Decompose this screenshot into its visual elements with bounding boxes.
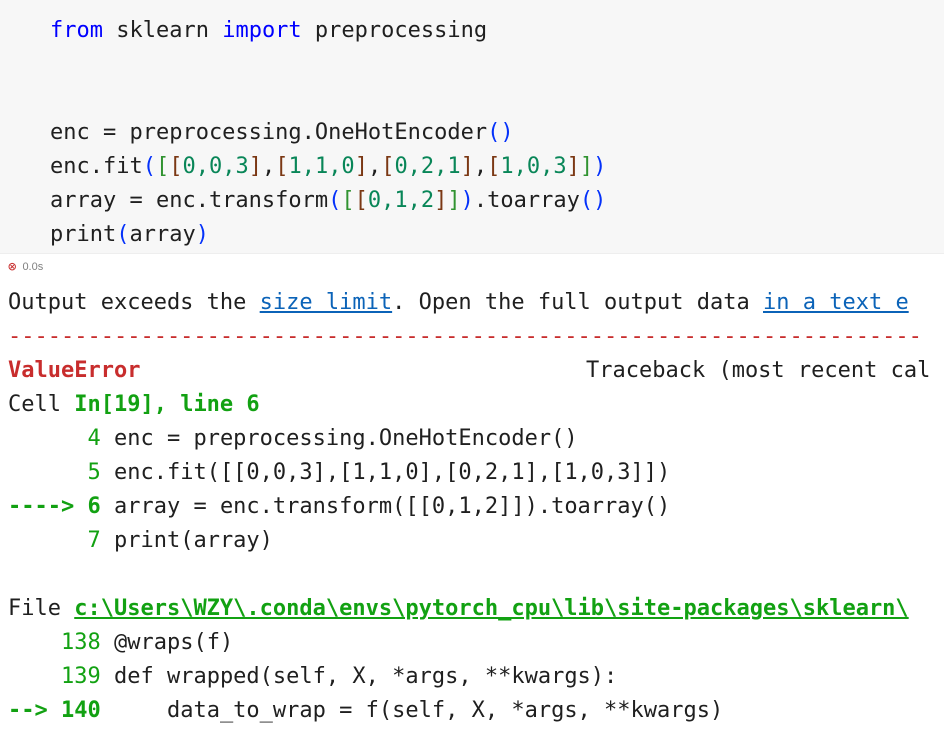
- number-list: 1,0,3: [500, 154, 567, 179]
- bracket: ]: [460, 154, 474, 179]
- size-limit-link[interactable]: size limit: [260, 290, 392, 315]
- line-arrow: [8, 426, 87, 451]
- bracket: ]: [354, 154, 368, 179]
- comma: ,: [367, 154, 382, 179]
- traceback-title: Traceback (most recent cal: [586, 358, 931, 383]
- notice-text: . Open the full output data: [392, 290, 763, 315]
- bracket: [: [155, 154, 170, 179]
- cell-ref: In[19], line 6: [74, 392, 260, 417]
- number-list: 0,2,1: [394, 154, 461, 179]
- line-code: @wraps(f): [100, 630, 234, 655]
- traceback-line: 7 print(array): [8, 524, 273, 558]
- comma: ,: [473, 154, 488, 179]
- traceback-header: ValueError Traceback (most recent cal: [8, 354, 944, 388]
- error-name: ValueError: [8, 358, 141, 383]
- notice-text: Output exceeds the: [8, 290, 260, 315]
- cell-reference: Cell In[19], line 6: [8, 388, 260, 422]
- comma: ,: [261, 154, 276, 179]
- bracket: ): [195, 222, 209, 247]
- bracket: ]: [434, 188, 448, 213]
- line-number: 5: [87, 460, 101, 485]
- code-line-6: print(array): [50, 218, 209, 252]
- line-code: data_to_wrap = f(self, X, *args, **kwarg…: [100, 698, 724, 723]
- code-text: .toarray: [473, 188, 580, 213]
- bracket: ): [460, 188, 474, 213]
- bracket: [: [487, 154, 501, 179]
- line-code: enc = preprocessing.OneHotEncoder(): [100, 426, 578, 451]
- file-label: File: [8, 596, 75, 621]
- bracket: (: [579, 188, 594, 213]
- bracket: ): [593, 154, 607, 179]
- bracket: ]: [566, 154, 580, 179]
- error-circle-icon[interactable]: ⊗: [8, 260, 16, 274]
- bracket: (: [116, 222, 130, 247]
- traceback-line: 138 @wraps(f): [8, 626, 233, 660]
- code-line-1: from sklearn import preprocessing: [50, 14, 487, 48]
- line-arrow: [8, 664, 61, 689]
- bracket: [: [341, 188, 355, 213]
- code-line-3: enc = preprocessing.OneHotEncoder(): [50, 116, 514, 150]
- line-code: def wrapped(self, X, *args, **kwargs):: [100, 664, 618, 689]
- file-reference: File c:\Users\WZY\.conda\envs\pytorch_cp…: [8, 592, 909, 626]
- output-size-notice: Output exceeds the size limit. Open the …: [8, 286, 909, 320]
- bracket: [: [354, 188, 368, 213]
- traceback-separator: ----------------------------------------…: [8, 324, 922, 349]
- execution-time: 0.0s: [22, 261, 44, 273]
- line-arrow: [8, 630, 61, 655]
- line-number: 139: [60, 664, 101, 689]
- keyword: from: [50, 18, 103, 43]
- line-code: enc.fit([[0,0,3],[1,1,0],[0,2,1],[1,0,3]…: [100, 460, 671, 485]
- code-text: sklearn: [102, 18, 223, 43]
- code-text: enc.fit: [50, 154, 143, 179]
- bracket: ]: [248, 154, 262, 179]
- bracket: (: [487, 120, 501, 145]
- line-code: array = enc.transform([[0,1,2]]).toarray…: [100, 494, 671, 519]
- line-number: 138: [60, 630, 101, 655]
- line-code: print(array): [100, 528, 273, 553]
- open-text-editor-link[interactable]: in a text e: [763, 290, 909, 315]
- current-line-arrow: ---->: [8, 494, 88, 519]
- traceback-line-current: ----> 6 array = enc.transform([[0,1,2]])…: [8, 490, 670, 524]
- bracket: ): [500, 120, 514, 145]
- bracket: ]: [447, 188, 461, 213]
- number-list: 0,0,3: [182, 154, 249, 179]
- code-text: preprocessing: [301, 18, 488, 43]
- bracket: [: [275, 154, 289, 179]
- keyword: import: [222, 18, 302, 43]
- number-list: 1,1,0: [288, 154, 355, 179]
- code-text: array: [129, 222, 196, 247]
- traceback-line: 139 def wrapped(self, X, *args, **kwargs…: [8, 660, 617, 694]
- file-path-link[interactable]: c:\Users\WZY\.conda\envs\pytorch_cpu\lib…: [74, 596, 908, 621]
- line-number: 6: [87, 494, 101, 519]
- code-line-4: enc.fit([[0,0,3],[1,1,0],[0,2,1],[1,0,3]…: [50, 150, 606, 184]
- line-arrow: [8, 460, 87, 485]
- traceback-line-current: --> 140 data_to_wrap = f(self, X, *args,…: [8, 694, 723, 728]
- bracket: (: [142, 154, 156, 179]
- traceback-line: 4 enc = preprocessing.OneHotEncoder(): [8, 422, 578, 456]
- code-text: print: [50, 222, 117, 247]
- code-line-5: array = enc.transform([[0,1,2]]).toarray…: [50, 184, 606, 218]
- code-text: enc = preprocessing.OneHotEncoder: [50, 120, 488, 145]
- line-number: 140: [60, 698, 101, 723]
- cell-label: Cell: [8, 392, 75, 417]
- cell-status: ⊗ 0.0s: [8, 259, 43, 275]
- code-cell-input[interactable]: from sklearn import preprocessing enc = …: [0, 0, 944, 254]
- number-list: 0,1,2: [367, 188, 435, 213]
- line-number: 7: [87, 528, 101, 553]
- line-number: 4: [87, 426, 101, 451]
- current-line-arrow: -->: [8, 698, 61, 723]
- bracket: [: [381, 154, 395, 179]
- bracket: [: [169, 154, 183, 179]
- traceback-line: 5 enc.fit([[0,0,3],[1,1,0],[0,2,1],[1,0,…: [8, 456, 670, 490]
- bracket: ]: [579, 154, 594, 179]
- code-text: array = enc.transform: [50, 188, 329, 213]
- bracket: (: [328, 188, 342, 213]
- line-arrow: [8, 528, 87, 553]
- bracket: ): [593, 188, 607, 213]
